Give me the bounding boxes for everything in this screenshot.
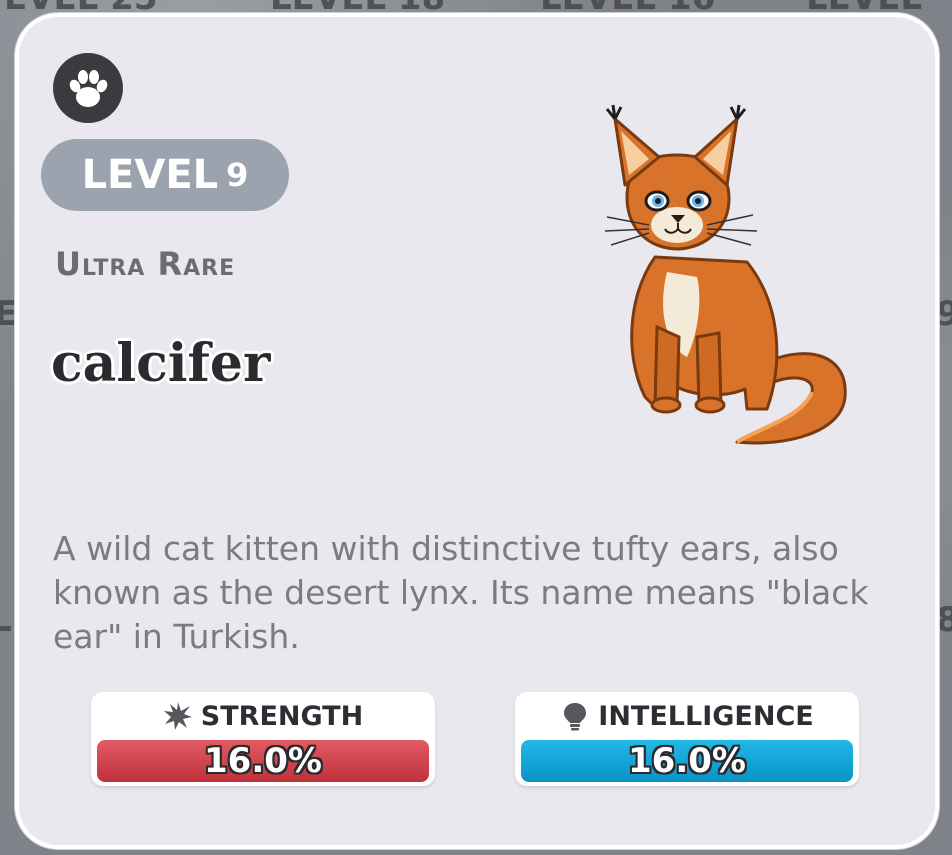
level-number: 9 [226, 156, 249, 194]
strength-header: STRENGTH [91, 698, 435, 734]
level-badge: LEVEL 9 [41, 139, 289, 211]
level-label: LEVEL [81, 152, 219, 198]
intelligence-value: 16.0% [521, 740, 853, 782]
bg-level-fragment: L [0, 600, 12, 640]
strength-stat: STRENGTH 16.0% [91, 692, 435, 786]
strength-value: 16.0% [97, 740, 429, 782]
lightbulb-icon [560, 701, 590, 731]
intelligence-header: INTELLIGENCE [515, 698, 859, 734]
pet-info-card: LEVEL 9 Ultra Rare calcifer A wild cat k… [14, 12, 940, 850]
burst-icon [163, 701, 193, 731]
intelligence-stat: INTELLIGENCE 16.0% [515, 692, 859, 786]
pet-name: calcifer [51, 333, 271, 394]
caracal-illustration [587, 97, 857, 469]
rarity-label: Ultra Rare [55, 245, 236, 283]
strength-label: STRENGTH [200, 700, 364, 732]
pet-description: A wild cat kitten with distinctive tufty… [53, 529, 869, 656]
paw-icon [53, 53, 123, 123]
intelligence-label: INTELLIGENCE [598, 700, 814, 732]
